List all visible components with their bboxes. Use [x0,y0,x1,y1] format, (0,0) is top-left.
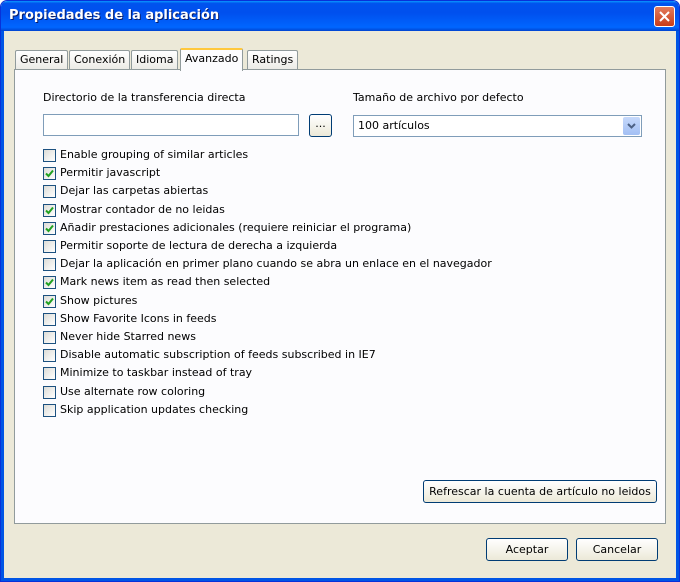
cancel-label: Cancelar [592,543,642,556]
option-label: Never hide Starred news [60,330,196,343]
tab-ratings[interactable]: Ratings [247,50,299,69]
tab-avanzado[interactable]: Avanzado [180,48,244,71]
option-label: Añadir prestaciones adicionales (requier… [60,220,412,234]
option-checkbox[interactable] [43,167,56,181]
tab-conexion[interactable]: Conexión [69,50,131,69]
download-dir-label: Directorio de la transferencia directa [43,91,246,104]
option-label: Dejar la aplicación en primer plano cuan… [60,257,492,271]
option-checkbox[interactable] [43,258,56,272]
option-checkbox[interactable] [43,367,56,381]
option-checkbox[interactable] [43,203,56,217]
option-label: Disable automatic subscription of feeds … [60,348,376,362]
tab-label: Idioma [136,53,174,66]
checkmark-icon [45,297,54,306]
option-label: Use alternate row coloring [60,384,206,398]
option-checkbox[interactable] [43,149,56,162]
window-title: Propiedades de la aplicación [9,8,220,23]
option-label: Minimize to taskbar instead of tray [60,366,253,380]
tab-label: General [20,53,64,66]
option-label: Permitir javascript [60,166,161,180]
checkmark-icon [45,206,54,215]
option-label: Mostrar contador de no leidas [60,202,225,216]
option-checkbox[interactable] [43,385,56,399]
checkmark-icon [45,224,54,233]
option-label: Dejar las carpetas abiertas [60,184,209,198]
tab-label: Avanzado [185,52,239,65]
option-checkbox[interactable] [43,185,56,199]
checkmark-icon [45,279,54,287]
chevron-down-icon [627,123,636,129]
cancel-button[interactable]: Cancelar [576,538,658,561]
frame-bottom [1,578,679,581]
option-checkbox[interactable] [43,331,56,344]
refresh-unread-count-button[interactable]: Refrescar la cuenta de artículo no leido… [423,480,657,503]
option-checkbox[interactable] [43,276,56,290]
accept-button[interactable]: Aceptar [486,538,568,561]
title-bar[interactable]: Propiedades de la aplicación [1,1,679,31]
option-label: Permitir soporte de lectura de derecha a… [60,239,338,252]
tab-general[interactable]: General [15,50,69,69]
close-icon [659,11,670,22]
frame-left [1,31,4,581]
option-label: Mark news item as read then selected [60,275,271,289]
option-checkbox[interactable] [43,403,56,417]
file-size-value: 100 artículos [358,119,430,132]
browse-button[interactable]: ... [309,114,332,137]
download-dir-input[interactable] [43,114,299,136]
file-size-select[interactable]: 100 artículos [353,115,642,137]
refresh-label: Refrescar la cuenta de artículo no leido… [429,485,651,498]
dropdown-button[interactable] [623,117,640,135]
close-button[interactable] [654,6,675,27]
option-checkbox[interactable] [43,240,56,253]
checkmark-icon [45,170,54,178]
option-checkbox[interactable] [43,312,56,326]
properties-dialog: Propiedades de la aplicación General Con… [0,0,680,582]
option-checkbox[interactable] [43,294,56,308]
accept-label: Aceptar [505,543,549,556]
option-label: Show pictures [60,293,138,307]
frame-right [676,31,679,581]
tab-idioma[interactable]: Idioma [131,50,179,69]
tab-label: Conexión [74,53,126,66]
option-label: Skip application updates checking [60,402,249,416]
option-checkbox[interactable] [43,349,56,363]
file-size-label: Tamaño de archivo por defecto [353,91,524,104]
option-label: Enable grouping of similar articles [60,148,249,161]
option-label: Show Favorite Icons in feeds [60,311,217,325]
tab-label: Ratings [252,53,294,66]
option-checkbox[interactable] [43,221,56,235]
browse-label: ... [315,117,326,130]
